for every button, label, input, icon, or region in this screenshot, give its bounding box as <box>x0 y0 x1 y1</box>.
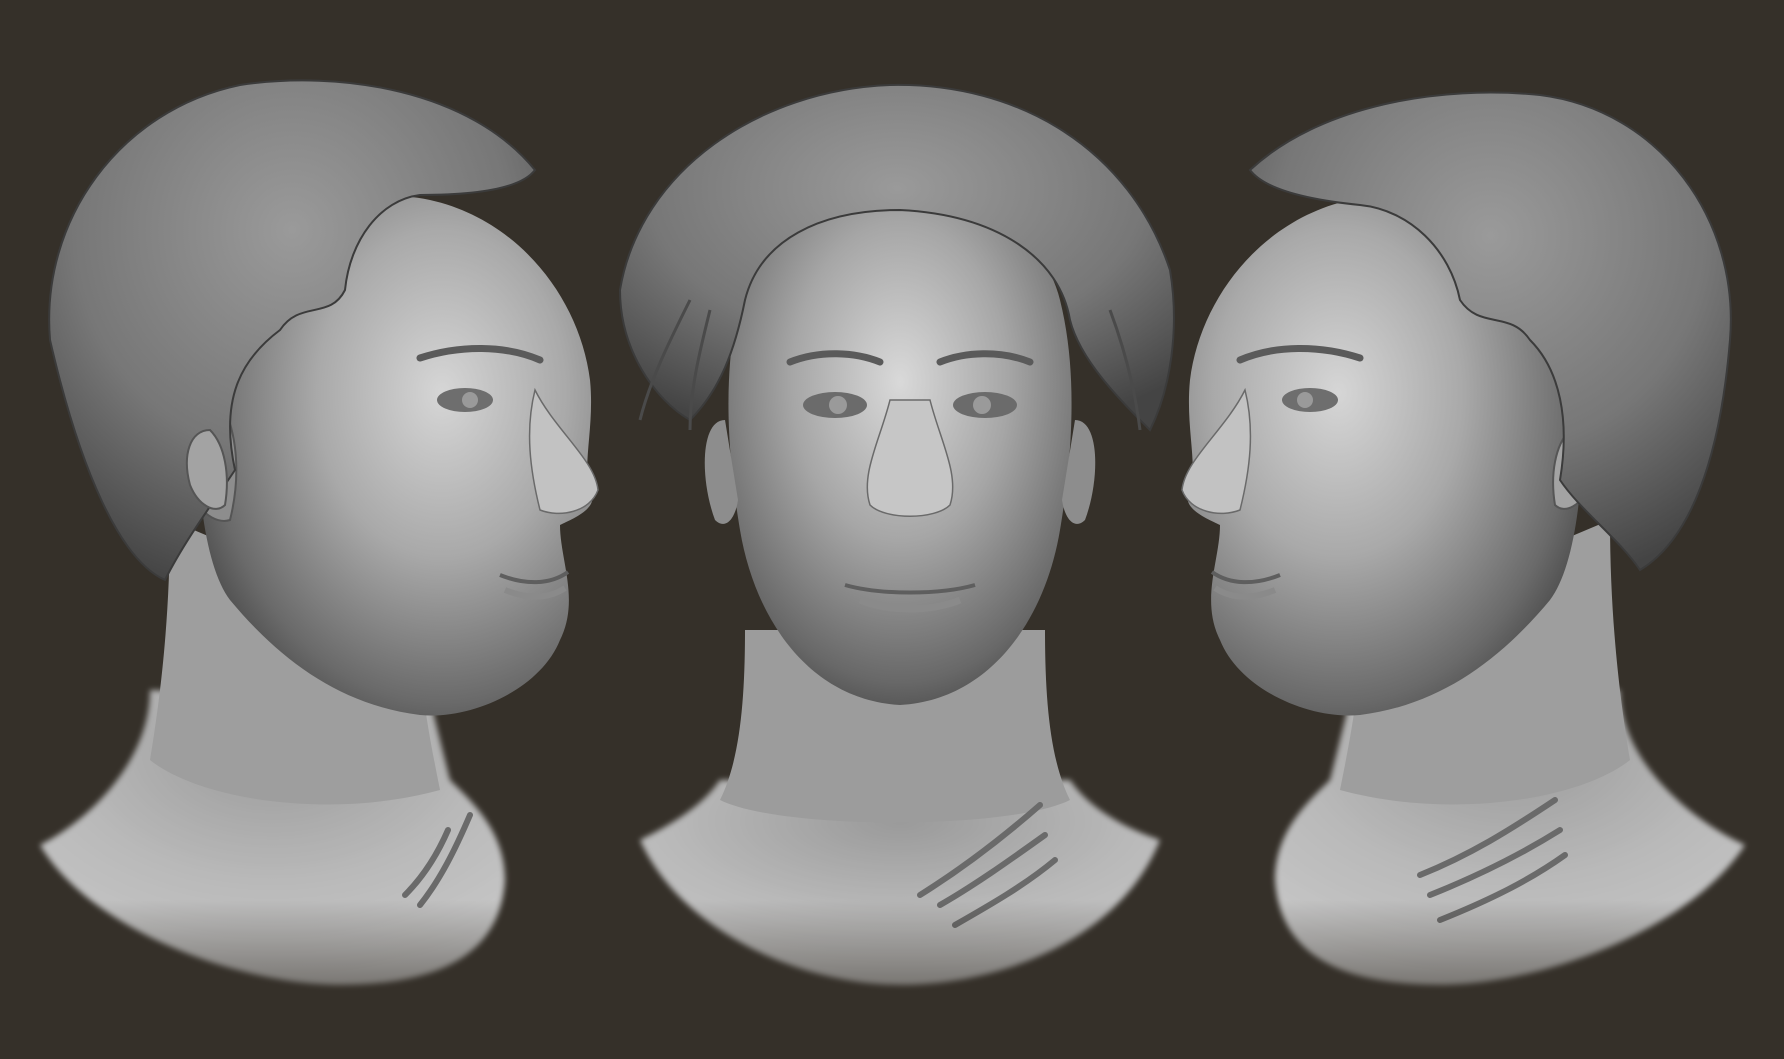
iris-front-right <box>973 396 991 414</box>
iris-left-a <box>462 392 478 408</box>
sculpt-render <box>0 0 1784 1059</box>
iris-front-left <box>829 396 847 414</box>
render-viewport <box>0 0 1784 1059</box>
iris-right-a <box>1297 392 1313 408</box>
bottom-fade <box>0 900 1784 1059</box>
